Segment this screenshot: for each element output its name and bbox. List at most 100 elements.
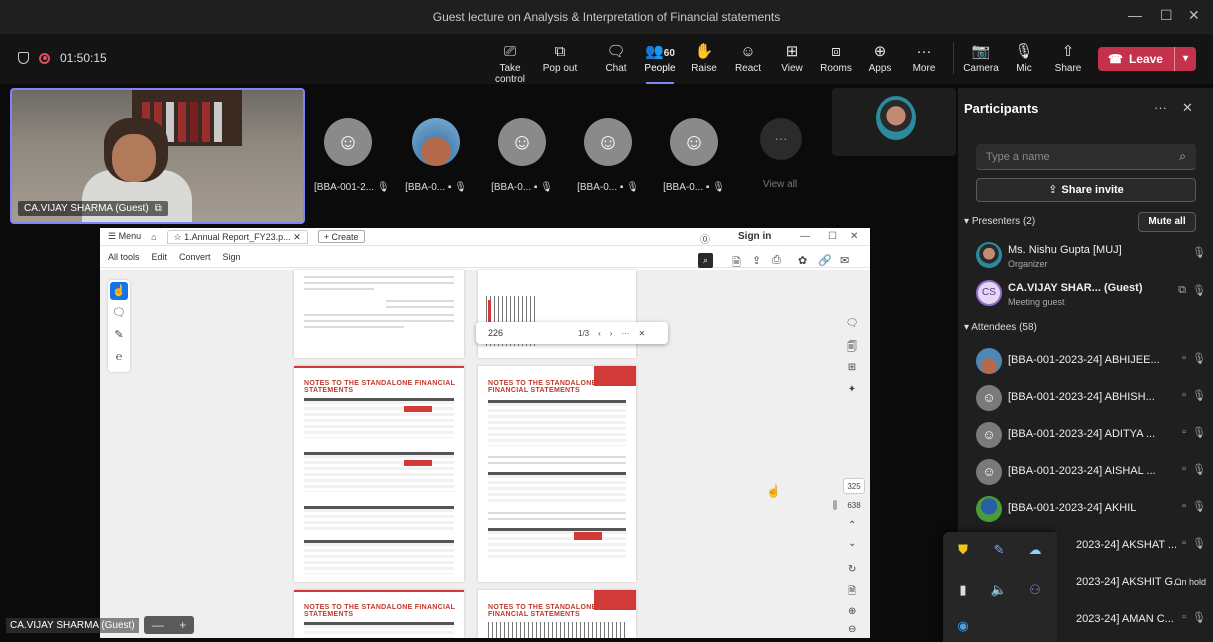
find-input[interactable]: 226 xyxy=(488,328,578,338)
zoom-out-button[interactable]: — xyxy=(152,618,164,632)
pdf-scrollbar[interactable] xyxy=(832,314,840,638)
organizer-video-tile[interactable] xyxy=(832,88,956,156)
more-options-icon[interactable]: ··· xyxy=(1154,100,1167,115)
take-control-button[interactable]: ⎚ Take control xyxy=(484,42,536,85)
camera-off-icon: ▪ xyxy=(447,182,452,193)
volume-icon[interactable]: 🔈 xyxy=(989,580,1009,600)
security-shield-icon[interactable]: ⛊ xyxy=(953,540,973,560)
attendee-tile[interactable]: [BBA-0... ▪ 🎙 xyxy=(402,118,470,193)
participant-row[interactable]: CS CA.VIJAY SHAR... (Guest) Meeting gues… xyxy=(976,276,1206,312)
share-invite-button[interactable]: ⇪ Share invite xyxy=(976,178,1196,202)
close-icon[interactable]: ✕ xyxy=(850,231,858,242)
app-alert-icon[interactable]: ◉ xyxy=(953,616,973,636)
view-all-button[interactable]: ··· View all xyxy=(760,118,802,190)
attendee-tile[interactable]: ☺ [BBA-0... ▪ 🎙 xyxy=(660,118,728,193)
help-icon[interactable]: ⓪ xyxy=(700,231,710,246)
minimize-button[interactable]: — xyxy=(1128,7,1142,23)
sign-menu[interactable]: Sign xyxy=(223,252,241,262)
pop-out-button[interactable]: ⧉ Pop out xyxy=(534,42,586,74)
upload-icon[interactable]: ⇪ xyxy=(752,254,761,267)
zoom-out-icon[interactable]: ⊖ xyxy=(848,624,856,635)
teams-icon[interactable]: ⚇ xyxy=(1025,580,1045,600)
avatar xyxy=(976,242,1002,268)
usb-icon[interactable]: ▮ xyxy=(953,580,973,600)
organize-pages-icon[interactable]: ⊞ xyxy=(842,362,862,384)
more-button[interactable]: ··· More xyxy=(898,42,950,74)
lasso-icon[interactable]: ℮ xyxy=(108,346,130,368)
link-icon[interactable]: 🔗 xyxy=(818,254,832,267)
home-icon[interactable]: ⌂ xyxy=(151,232,156,242)
page-up-icon[interactable]: ⌃ xyxy=(848,520,856,531)
close-find-icon[interactable]: ✕ xyxy=(638,329,645,338)
mic-off-icon: 🎙 xyxy=(1192,612,1206,624)
more-options-icon[interactable]: ··· xyxy=(621,329,629,338)
attendee-tile[interactable]: ☺ [BBA-0... ▪ 🎙 xyxy=(574,118,642,193)
maximize-button[interactable]: ☐ xyxy=(1160,7,1173,24)
ai-icon[interactable]: ✿ xyxy=(798,254,807,267)
participant-row[interactable]: ☺ [BBA-001-2023-24] ADITYA ... ▫ 🎙 xyxy=(976,418,1206,454)
person-icon: ☺ xyxy=(682,129,706,154)
close-icon[interactable]: ✕ xyxy=(1182,100,1193,116)
pen-icon[interactable]: ✎ xyxy=(108,324,130,346)
chevron-down-icon[interactable]: ▾ xyxy=(1174,47,1196,71)
mute-all-button[interactable]: Mute all xyxy=(1138,212,1196,232)
pen-icon[interactable]: ✎ xyxy=(989,540,1009,560)
cloud-icon[interactable]: ☁ xyxy=(1025,540,1045,560)
leave-button[interactable]: ☎ Leave ▾ xyxy=(1098,47,1196,71)
avatar: ☺ xyxy=(584,118,632,166)
sign-in-button[interactable]: Sign in xyxy=(738,231,771,242)
participant-row[interactable]: [BBA-001-2023-24] ABHIJEE... ▫ 🎙 xyxy=(976,344,1206,380)
print-icon[interactable]: ⎙ xyxy=(772,254,781,267)
menu-button[interactable]: ☰ Menu xyxy=(108,231,141,242)
refresh-icon[interactable]: ↻ xyxy=(848,564,856,575)
participant-row[interactable]: ☺ [BBA-001-2023-24] AISHAL ... ▫ 🎙 xyxy=(976,455,1206,491)
find-bar[interactable]: 226 1/3 ‹ › ··· ✕ xyxy=(476,322,668,344)
pdf-page: NOTES TO THE STANDALONE FINANCIAL STATEM… xyxy=(294,366,464,582)
page-down-icon[interactable]: ⌄ xyxy=(848,538,856,549)
pdf-document-area[interactable]: ☝ 🗨 ✎ ℮ NOTES TO THE STANDALONE FINANCIA… xyxy=(100,270,870,638)
next-result-icon[interactable]: › xyxy=(610,329,613,338)
avatar xyxy=(976,348,1002,374)
maximize-button[interactable]: ☐ xyxy=(828,231,837,242)
people-glyph: 👥 xyxy=(645,43,664,60)
attendee-tile[interactable]: ☺ [BBA-001-2... 🎙 xyxy=(314,118,390,193)
scroll-thumb[interactable] xyxy=(833,500,837,510)
create-button[interactable]: + Create xyxy=(317,230,365,243)
search-icon[interactable]: ⌕ xyxy=(698,253,713,268)
export-icon[interactable]: 🗎 xyxy=(848,584,856,601)
previous-result-icon[interactable]: ‹ xyxy=(598,329,601,338)
edit-menu[interactable]: Edit xyxy=(152,252,168,262)
page-thumbnail-icon[interactable]: 🗐 xyxy=(842,340,862,362)
convert-menu[interactable]: Convert xyxy=(179,252,211,262)
document-tab[interactable]: ☆ 1.Annual Report_FY23.p... ✕ xyxy=(166,229,308,244)
speaker-video-tile[interactable]: CA.VIJAY SHARMA (Guest) ⧉ xyxy=(10,88,305,224)
participant-search[interactable]: ⌕ xyxy=(976,144,1196,170)
comment-panel-icon[interactable]: 🗨 xyxy=(842,318,862,340)
zoom-in-button[interactable]: + xyxy=(179,618,186,632)
comment-icon[interactable]: 🗨 xyxy=(108,302,130,324)
participant-name: [BBA-001-2023-24] ADITYA ... xyxy=(1008,428,1156,440)
mic-off-icon: 🎙 xyxy=(1192,390,1206,402)
participant-row[interactable]: [BBA-001-2023-24] AKHIL ▫ 🎙 xyxy=(976,492,1206,528)
participant-row[interactable]: ☺ [BBA-001-2023-24] ABHISH... ▫ 🎙 xyxy=(976,381,1206,417)
presenters-section-toggle[interactable]: ▾ Presenters (2) xyxy=(964,216,1035,227)
attendee-tile[interactable]: ☺ [BBA-0... ▪ 🎙 xyxy=(488,118,556,193)
more-label: More xyxy=(912,63,936,74)
share-button[interactable]: ⇧ Share xyxy=(1042,42,1094,74)
participant-row[interactable]: Ms. Nishu Gupta [MUJ] Organizer 🎙 xyxy=(976,238,1206,274)
avatar xyxy=(876,96,916,140)
search-input[interactable] xyxy=(976,144,1166,170)
camera-off-icon: ▫ xyxy=(1182,426,1187,438)
minimize-button[interactable]: — xyxy=(800,231,810,242)
ai-assistant-icon[interactable]: ✦ xyxy=(842,384,862,406)
mail-icon[interactable]: ✉ xyxy=(840,254,849,267)
current-page-field[interactable]: 325 xyxy=(843,478,865,494)
attendee-tile-name: [BBA-0... ▪ 🎙 xyxy=(577,182,639,193)
close-window-button[interactable]: ✕ xyxy=(1188,7,1200,24)
mic-off-icon: 🎙 xyxy=(1192,538,1206,550)
attendees-section-toggle[interactable]: ▾ Attendees (58) xyxy=(964,322,1037,333)
pdf-page xyxy=(478,270,636,358)
all-tools-menu[interactable]: All tools xyxy=(108,252,140,262)
select-cursor-icon[interactable]: ☝ xyxy=(110,282,128,300)
zoom-in-icon[interactable]: ⊕ xyxy=(848,606,856,617)
